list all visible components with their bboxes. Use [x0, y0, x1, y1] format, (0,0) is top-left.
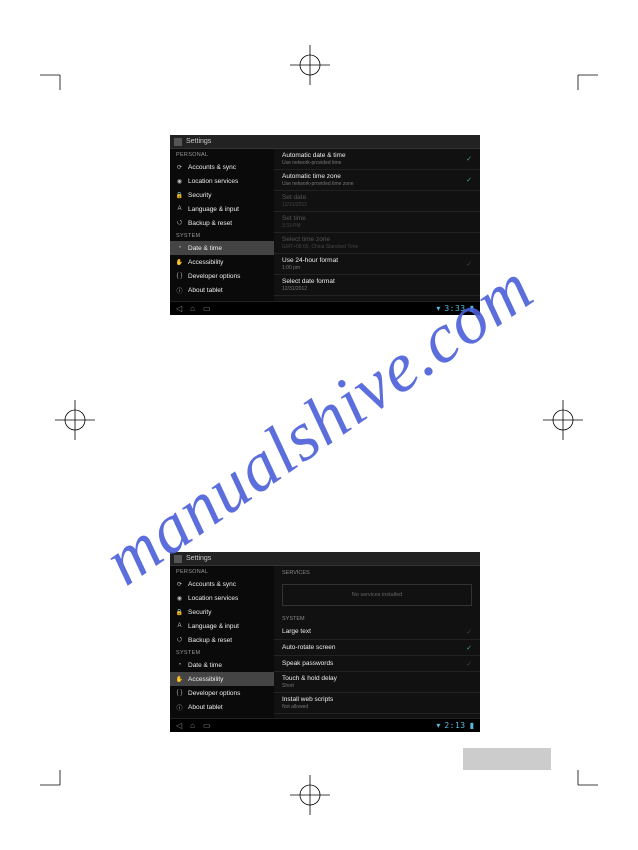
location-icon: ◉ [176, 178, 183, 185]
row-auto-tz[interactable]: Automatic time zone Use network-provided… [274, 170, 480, 191]
clock-icon: ◔ [176, 662, 183, 668]
content-header-system: SYSTEM [274, 612, 480, 624]
lock-icon: 🔒 [176, 609, 183, 616]
sync-icon: ⟳ [176, 581, 183, 588]
sidebar-item-about[interactable]: ⓘAbout tablet [170, 700, 274, 714]
screenshot-datetime: Settings PERSONAL ⟳Accounts & sync ◉Loca… [170, 135, 480, 315]
row-web-scripts[interactable]: Install web scripts Not allowed [274, 693, 480, 714]
sidebar-item-accessibility[interactable]: ✋Accessibility [170, 672, 274, 686]
home-icon[interactable]: ⌂ [190, 721, 195, 730]
system-navbar: ◁ ⌂ ▭ ▾ 3:33 ▮ [170, 301, 480, 315]
row-speak-passwords[interactable]: Speak passwords ✓ [274, 656, 480, 672]
sidebar-item-datetime[interactable]: ◔Date & time [170, 658, 274, 672]
braces-icon: { } [176, 273, 183, 279]
clock-text: 3:33 [444, 304, 465, 313]
row-date-format[interactable]: Select date format 12/31/2012 [274, 275, 480, 296]
checkbox-icon[interactable]: ✓ [466, 660, 472, 668]
sidebar-item-developer[interactable]: { }Developer options [170, 686, 274, 700]
row-touch-hold[interactable]: Touch & hold delay Short [274, 672, 480, 693]
settings-app-icon [174, 555, 182, 563]
checkbox-icon[interactable]: ✓ [466, 260, 472, 268]
row-24hour[interactable]: Use 24-hour format 1:00 pm ✓ [274, 254, 480, 275]
hand-icon: ✋ [176, 676, 183, 683]
sidebar-item-about[interactable]: ⓘAbout tablet [170, 283, 274, 297]
wifi-icon: ▾ [436, 721, 440, 730]
settings-app-icon [174, 138, 182, 146]
sidebar-item-datetime[interactable]: ◔Date & time [170, 241, 274, 255]
wifi-icon: ▾ [436, 304, 440, 313]
braces-icon: { } [176, 690, 183, 696]
settings-content: SERVICES No services installed SYSTEM La… [274, 566, 480, 718]
titlebar: Settings [170, 552, 480, 566]
lock-icon: 🔒 [176, 192, 183, 199]
row-large-text[interactable]: Large text ✓ [274, 624, 480, 640]
sidebar-item-accounts[interactable]: ⟳Accounts & sync [170, 160, 274, 174]
info-icon: ⓘ [176, 703, 183, 712]
home-icon[interactable]: ⌂ [190, 304, 195, 313]
clock-text: 2:13 [444, 721, 465, 730]
section-system: SYSTEM [170, 647, 274, 658]
row-auto-rotate[interactable]: Auto-rotate screen ✓ [274, 640, 480, 656]
battery-icon: ▮ [470, 721, 474, 730]
checkbox-icon[interactable]: ✓ [466, 176, 472, 184]
row-set-time: Set time 3:33 PM [274, 212, 480, 233]
sidebar-item-location[interactable]: ◉Location services [170, 174, 274, 188]
recents-icon[interactable]: ▭ [203, 304, 211, 313]
section-personal: PERSONAL [170, 149, 274, 160]
system-navbar: ◁ ⌂ ▭ ▾ 2:13 ▮ [170, 718, 480, 732]
backup-icon: ⭯ [176, 635, 183, 645]
sidebar-item-backup[interactable]: ⭯Backup & reset [170, 633, 274, 647]
settings-sidebar: PERSONAL ⟳Accounts & sync ◉Location serv… [170, 566, 274, 718]
screenshot-accessibility: Settings PERSONAL ⟳Accounts & sync ◉Loca… [170, 552, 480, 732]
clock-icon: ◔ [176, 245, 183, 251]
sidebar-item-location[interactable]: ◉Location services [170, 591, 274, 605]
settings-title: Settings [186, 138, 211, 145]
language-icon: A [176, 206, 183, 212]
settings-content: Automatic date & time Use network-provid… [274, 149, 480, 301]
back-icon[interactable]: ◁ [176, 721, 182, 730]
section-personal: PERSONAL [170, 566, 274, 577]
settings-title: Settings [186, 555, 211, 562]
sidebar-item-developer[interactable]: { }Developer options [170, 269, 274, 283]
row-select-tz: Select time zone GMT+08:00, China Standa… [274, 233, 480, 254]
sidebar-item-security[interactable]: 🔒Security [170, 188, 274, 202]
section-system: SYSTEM [170, 230, 274, 241]
checkbox-icon[interactable]: ✓ [466, 628, 472, 636]
page-number-box [463, 748, 551, 770]
content-header-services: SERVICES [274, 566, 480, 578]
checkbox-icon[interactable]: ✓ [466, 644, 472, 652]
sidebar-item-language[interactable]: ALanguage & input [170, 202, 274, 216]
back-icon[interactable]: ◁ [176, 304, 182, 313]
titlebar: Settings [170, 135, 480, 149]
location-icon: ◉ [176, 595, 183, 602]
sync-icon: ⟳ [176, 164, 183, 171]
recents-icon[interactable]: ▭ [203, 721, 211, 730]
row-set-date: Set date 12/31/2012 [274, 191, 480, 212]
sidebar-item-language[interactable]: ALanguage & input [170, 619, 274, 633]
sidebar-item-accounts[interactable]: ⟳Accounts & sync [170, 577, 274, 591]
no-services-box: No services installed [282, 584, 472, 606]
language-icon: A [176, 623, 183, 629]
row-auto-date[interactable]: Automatic date & time Use network-provid… [274, 149, 480, 170]
checkbox-icon[interactable]: ✓ [466, 155, 472, 163]
info-icon: ⓘ [176, 286, 183, 295]
sidebar-item-backup[interactable]: ⭯Backup & reset [170, 216, 274, 230]
backup-icon: ⭯ [176, 218, 183, 228]
settings-sidebar: PERSONAL ⟳Accounts & sync ◉Location serv… [170, 149, 274, 301]
battery-icon: ▮ [470, 304, 474, 313]
sidebar-item-security[interactable]: 🔒Security [170, 605, 274, 619]
sidebar-item-accessibility[interactable]: ✋Accessibility [170, 255, 274, 269]
hand-icon: ✋ [176, 259, 183, 266]
